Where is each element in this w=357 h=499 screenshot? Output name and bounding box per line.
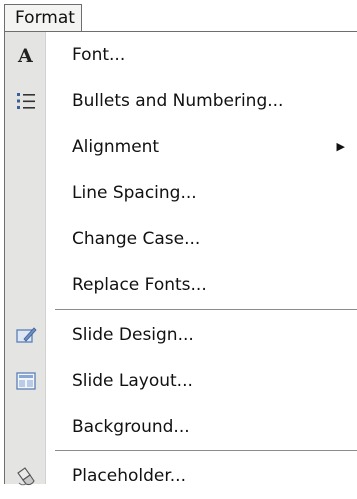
slide-design-icon [14, 323, 38, 347]
menu-item-replace-fonts[interactable]: Replace Fonts... [5, 262, 357, 308]
menu-item-slide-design[interactable]: Slide Design... [5, 312, 357, 358]
format-menu-title: Format [15, 8, 75, 28]
menu-item-bullets-label: Bullets and Numbering... [72, 91, 284, 111]
menu-item-placeholder-label: Placeholder... [72, 466, 186, 486]
font-icon: A [14, 43, 38, 67]
menu-item-font-label: Font... [72, 45, 126, 65]
menu-item-change-case[interactable]: Change Case... [5, 216, 357, 262]
menu-item-line-spacing[interactable]: Line Spacing... [5, 170, 357, 216]
menu-separator [55, 309, 357, 310]
menu-item-slide-layout[interactable]: Slide Layout... [5, 358, 357, 404]
bullets-icon [14, 89, 38, 113]
slide-layout-icon [14, 369, 38, 393]
menu-item-bullets[interactable]: Bullets and Numbering... [5, 78, 357, 124]
svg-text:A: A [17, 45, 33, 66]
menu-item-line-spacing-label: Line Spacing... [72, 183, 197, 203]
format-menu: A Font... Bullets and Numbering... Align… [4, 31, 357, 486]
menu-item-background-label: Background... [72, 417, 190, 437]
placeholder-icon [14, 464, 38, 488]
menu-item-slide-design-label: Slide Design... [72, 325, 194, 345]
format-menu-tab[interactable]: Format [4, 4, 82, 32]
menu-item-background[interactable]: Background... [5, 404, 357, 450]
submenu-arrow-icon: ▶ [336, 140, 345, 153]
menu-item-change-case-label: Change Case... [72, 229, 201, 249]
menu-item-placeholder[interactable]: Placeholder... [5, 453, 357, 499]
menu-item-replace-fonts-label: Replace Fonts... [72, 275, 207, 295]
menu-item-alignment[interactable]: Alignment ▶ [5, 124, 357, 170]
menu-item-slide-layout-label: Slide Layout... [72, 371, 193, 391]
menu-item-font[interactable]: A Font... [5, 32, 357, 78]
menu-item-alignment-label: Alignment [72, 137, 160, 157]
menu-separator [55, 450, 357, 451]
